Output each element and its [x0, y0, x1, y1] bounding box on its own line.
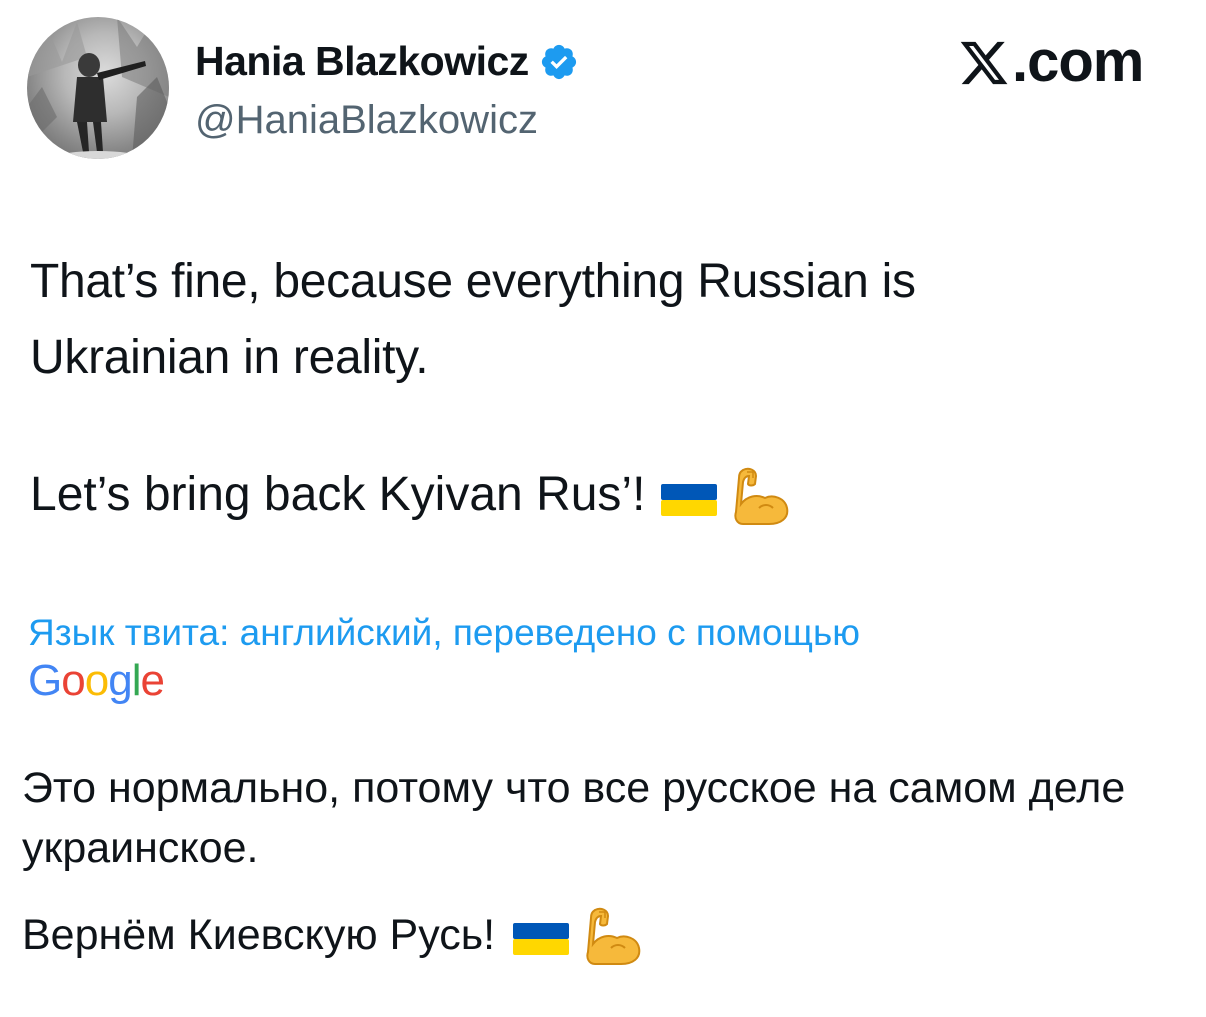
- tweet-line-3-row: Let’s bring back Kyivan Rus’!: [30, 464, 791, 526]
- avatar-photo: [27, 17, 169, 159]
- google-letter: G: [28, 656, 62, 705]
- google-logo[interactable]: Google: [28, 656, 165, 706]
- translation-note[interactable]: Язык твита: английский, переведено с пом…: [28, 612, 860, 654]
- brand-domain: .com: [1012, 29, 1144, 94]
- verified-badge-icon: [539, 42, 579, 82]
- flexed-biceps-icon: [729, 464, 791, 526]
- tweet-line-2: Ukrainian in reality.: [30, 331, 429, 384]
- tweet-line-3: Let’s bring back Kyivan Rus’!: [30, 468, 646, 521]
- tweet-line-1: That’s fine, because everything Russian …: [30, 255, 916, 308]
- google-letter: l: [131, 656, 142, 705]
- x-brand: .com: [958, 28, 1144, 95]
- google-letter: g: [108, 656, 133, 705]
- display-name[interactable]: Hania Blazkowicz: [195, 38, 529, 85]
- ukraine-flag-icon: [513, 915, 570, 955]
- avatar[interactable]: [27, 17, 169, 159]
- google-letter: o: [84, 656, 110, 705]
- translated-line-2: Вернём Киевскую Русь!: [22, 911, 496, 959]
- display-name-row[interactable]: Hania Blazkowicz: [195, 38, 579, 85]
- user-handle[interactable]: @HaniaBlazkowicz: [195, 98, 538, 143]
- flexed-biceps-icon: [581, 904, 643, 966]
- x-logo-icon: [958, 36, 1010, 88]
- tweet-text: That’s fine, because everything Russian …: [30, 244, 1150, 396]
- ukraine-flag-icon: [661, 475, 718, 516]
- translated-text: Это нормально, потому что все русское на…: [22, 764, 1126, 872]
- translated-line-2-row: Вернём Киевскую Русь!: [22, 904, 643, 966]
- google-letter: o: [61, 656, 86, 705]
- google-letter: e: [140, 656, 165, 705]
